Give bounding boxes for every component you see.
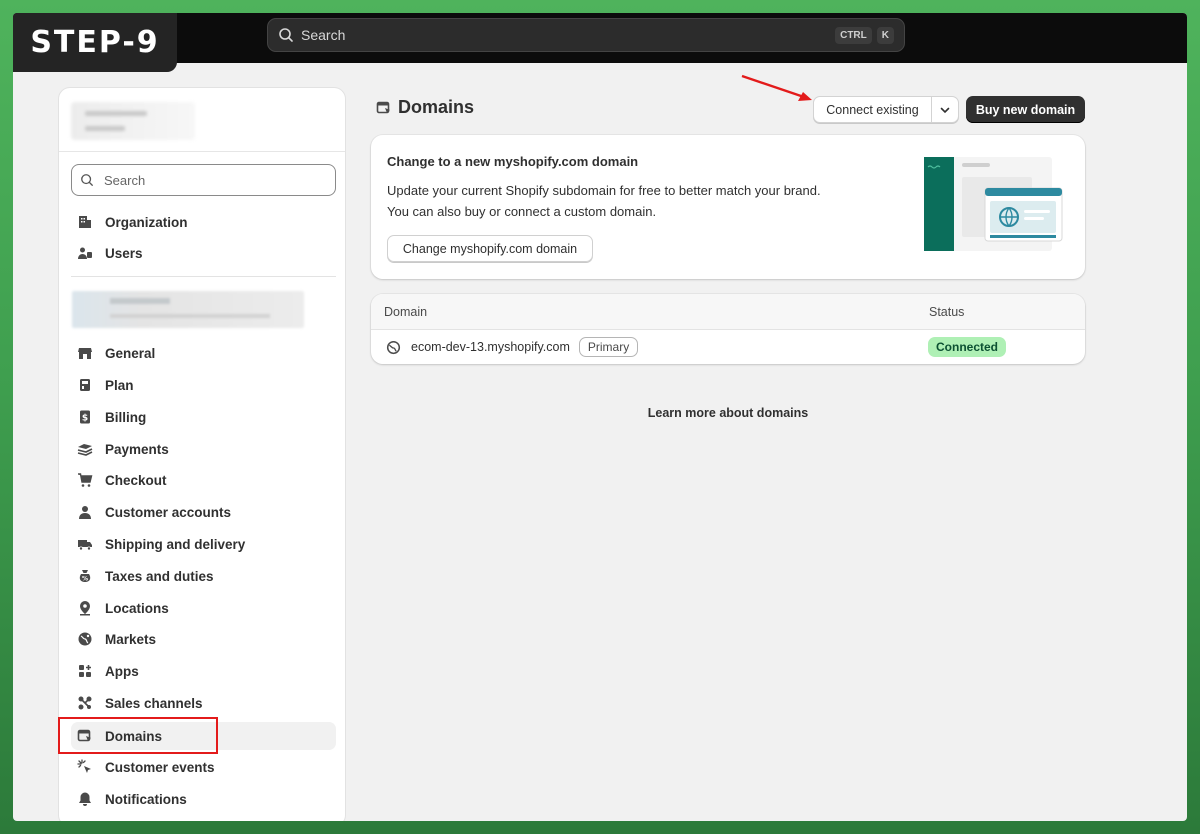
promo-body: Update your current Shopify subdomain fo… (387, 180, 887, 222)
primary-badge: Primary (578, 337, 639, 357)
learn-more-link[interactable]: Learn more about domains (371, 406, 1085, 420)
location-icon (80, 601, 90, 616)
tax-icon: % (79, 570, 91, 583)
sidebar-item-markets[interactable]: Markets (71, 625, 336, 653)
global-search-input[interactable]: Search CTRL K (267, 18, 905, 52)
svg-text:$: $ (82, 414, 88, 424)
shortcut-key-ctrl: CTRL (835, 26, 872, 44)
settings-sidebar: Search Organization Users General Plan $… (58, 87, 346, 821)
domain-name: ecom-dev-13.myshopify.com (411, 340, 570, 354)
sidebar-item-payments[interactable]: Payments (71, 435, 336, 463)
settings-search-input[interactable]: Search (71, 164, 336, 196)
top-bar: Search CTRL K (13, 13, 1187, 63)
sidebar-divider (71, 276, 336, 277)
sidebar-item-general[interactable]: General (71, 339, 336, 367)
sidebar-item-apps[interactable]: Apps (71, 657, 336, 685)
sidebar-item-domains[interactable]: Domains (71, 722, 336, 750)
shortcut-key-k: K (876, 26, 894, 44)
connect-existing-button[interactable]: Connect existing (814, 97, 932, 122)
sidebar-item-label: Users (105, 245, 143, 261)
domain-cell: ecom-dev-13.myshopify.com Primary (386, 337, 639, 357)
search-icon (279, 28, 293, 42)
apps-icon (79, 665, 91, 677)
sidebar-item-label: General (105, 345, 156, 361)
page-title-text: Domains (398, 97, 475, 117)
store-icon (78, 348, 92, 359)
page-title: Domains (376, 97, 474, 118)
person-icon (79, 506, 91, 519)
domains-table: Domain Status ecom-dev-13.myshopify.com … (371, 294, 1085, 364)
account-header[interactable] (59, 88, 345, 152)
sidebar-item-taxes[interactable]: % Taxes and duties (71, 562, 336, 590)
bell-icon (79, 792, 91, 806)
global-search-placeholder: Search (301, 27, 346, 43)
sidebar-item-label: Customer accounts (105, 504, 232, 520)
sidebar-item-checkout[interactable]: Checkout (71, 466, 336, 494)
sidebar-item-sales-channels[interactable]: Sales channels (71, 689, 336, 717)
promo-title: Change to a new myshopify.com domain (387, 154, 639, 169)
annotation-arrow (741, 74, 812, 101)
sidebar-item-label: Plan (105, 377, 134, 393)
sidebar-item-label: Apps (105, 663, 139, 679)
settings-search-placeholder: Search (104, 172, 146, 188)
connect-existing-button-group: Connect existing (813, 96, 959, 123)
channels-icon (78, 696, 92, 710)
sidebar-item-billing[interactable]: $ Billing (71, 403, 336, 431)
buy-new-domain-button[interactable]: Buy new domain (966, 96, 1085, 123)
search-icon (81, 174, 93, 186)
sidebar-item-label: Checkout (105, 472, 167, 488)
sidebar-item-label: Domains (105, 728, 163, 744)
step-badge: STEP-9 (13, 13, 177, 72)
sidebar-item-locations[interactable]: Locations (71, 594, 336, 622)
table-header (371, 294, 1085, 330)
change-myshopify-domain-button[interactable]: Change myshopify.com domain (387, 235, 593, 262)
sidebar-item-label: Organization (105, 214, 188, 230)
plan-icon (80, 379, 90, 391)
sidebar-item-label: Payments (105, 441, 169, 457)
sidebar-item-label: Locations (105, 600, 169, 616)
globe-icon (78, 632, 92, 646)
users-icon (78, 247, 92, 259)
sidebar-item-shipping[interactable]: Shipping and delivery (71, 530, 336, 558)
domains-icon (77, 729, 91, 742)
app-window: Search CTRL K Search Organization Users … (13, 13, 1187, 821)
svg-text:%: % (82, 576, 88, 583)
sidebar-item-label: Markets (105, 631, 157, 647)
column-header-status: Status (929, 305, 965, 319)
sidebar-item-notifications[interactable]: Notifications (71, 785, 336, 813)
sidebar-item-label: Taxes and duties (105, 568, 214, 584)
sidebar-item-users[interactable]: Users (71, 239, 336, 267)
domain-illustration (924, 157, 1063, 251)
sidebar-item-plan[interactable]: Plan (71, 371, 336, 399)
connect-options-dropdown[interactable] (932, 97, 958, 122)
globe-icon (386, 340, 401, 354)
chevron-down-icon (940, 107, 950, 113)
cursor-click-icon (77, 759, 91, 773)
promo-body-line-1: Update your current Shopify subdomain fo… (387, 183, 821, 198)
change-domain-promo-card: Change to a new myshopify.com domain Upd… (371, 135, 1085, 279)
domains-icon (376, 101, 390, 113)
blurred-account-info (71, 102, 195, 140)
billing-icon: $ (80, 410, 90, 424)
status-badge: Connected (928, 337, 1007, 357)
organization-icon (79, 216, 91, 228)
sidebar-item-label: Sales channels (105, 695, 203, 711)
sidebar-item-label: Notifications (105, 791, 187, 807)
table-row[interactable]: ecom-dev-13.myshopify.com Primary Connec… (371, 330, 1085, 364)
sidebar-item-customer-accounts[interactable]: Customer accounts (71, 498, 336, 526)
sidebar-item-label: Billing (105, 409, 147, 425)
blurred-store-info[interactable] (72, 291, 304, 328)
sidebar-item-label: Shipping and delivery (105, 536, 246, 552)
truck-icon (78, 540, 92, 551)
promo-body-line-2: You can also buy or connect a custom dom… (387, 204, 657, 219)
sidebar-item-customer-events[interactable]: Customer events (71, 753, 336, 781)
cart-icon (78, 473, 93, 487)
payments-icon (77, 444, 93, 456)
column-header-domain: Domain (384, 305, 428, 319)
sidebar-item-label: Customer events (105, 759, 215, 775)
sidebar-item-organization[interactable]: Organization (71, 208, 336, 236)
